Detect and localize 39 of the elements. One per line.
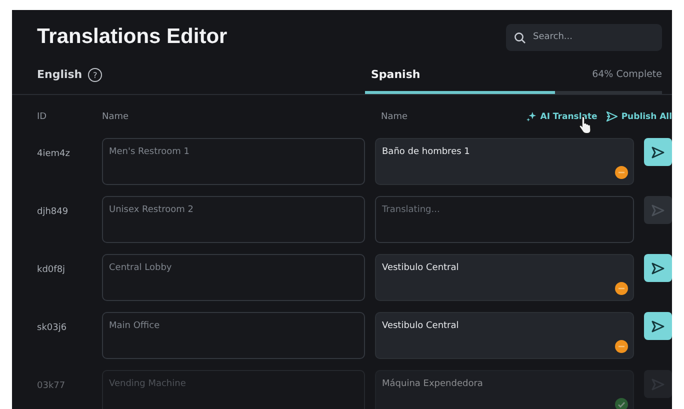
source-text-field[interactable]: Main Office xyxy=(102,312,365,359)
search-icon xyxy=(514,32,526,44)
row-id: 03k77 xyxy=(37,380,66,391)
send-icon xyxy=(606,111,618,122)
translation-field[interactable]: Vestibulo Central xyxy=(375,312,634,359)
translation-field[interactable]: Máquina Expendedora xyxy=(375,370,634,409)
progress-text: 64% Complete xyxy=(592,68,662,82)
column-header: Name xyxy=(102,112,130,122)
row-id: djh849 xyxy=(37,206,70,217)
source-text-field[interactable]: Central Lobby xyxy=(102,254,365,301)
row-id: sk03j6 xyxy=(37,322,68,333)
page-title: Translations Editor xyxy=(37,25,228,49)
publish-button[interactable] xyxy=(644,312,672,340)
translation-field[interactable]: Baño de hombres 1 xyxy=(375,138,634,185)
language-tab[interactable]: Spanish 64% Complete xyxy=(365,66,662,94)
check-status-icon xyxy=(615,398,628,409)
sparkle-icon xyxy=(526,111,538,122)
publish-button[interactable] xyxy=(644,138,672,166)
help-icon[interactable]: ? xyxy=(88,68,102,82)
row-id: 4iem4z xyxy=(37,148,71,159)
column-header: Name xyxy=(381,112,408,122)
send-icon xyxy=(651,262,665,274)
send-icon xyxy=(651,320,665,332)
draft-status-icon xyxy=(615,166,628,179)
ai-translate-button[interactable]: AI Translate xyxy=(526,111,598,122)
row-id: kd0f8j xyxy=(37,264,66,275)
source-text-field[interactable]: Unisex Restroom 2 xyxy=(102,196,365,243)
source-text-field[interactable]: Men's Restroom 1 xyxy=(102,138,365,185)
draft-status-icon xyxy=(615,282,628,295)
translation-field[interactable]: Vestibulo Central xyxy=(375,254,634,301)
publish-all-button[interactable]: Publish All xyxy=(606,111,672,122)
draft-status-icon xyxy=(615,340,628,353)
send-icon xyxy=(651,146,665,158)
column-header: ID xyxy=(37,112,48,122)
search-field[interactable]: Search... xyxy=(506,24,662,50)
language-label: English xyxy=(37,68,82,82)
send-icon xyxy=(651,204,665,216)
translation-field[interactable]: Translating... xyxy=(375,196,634,243)
publish-button[interactable] xyxy=(644,254,672,282)
